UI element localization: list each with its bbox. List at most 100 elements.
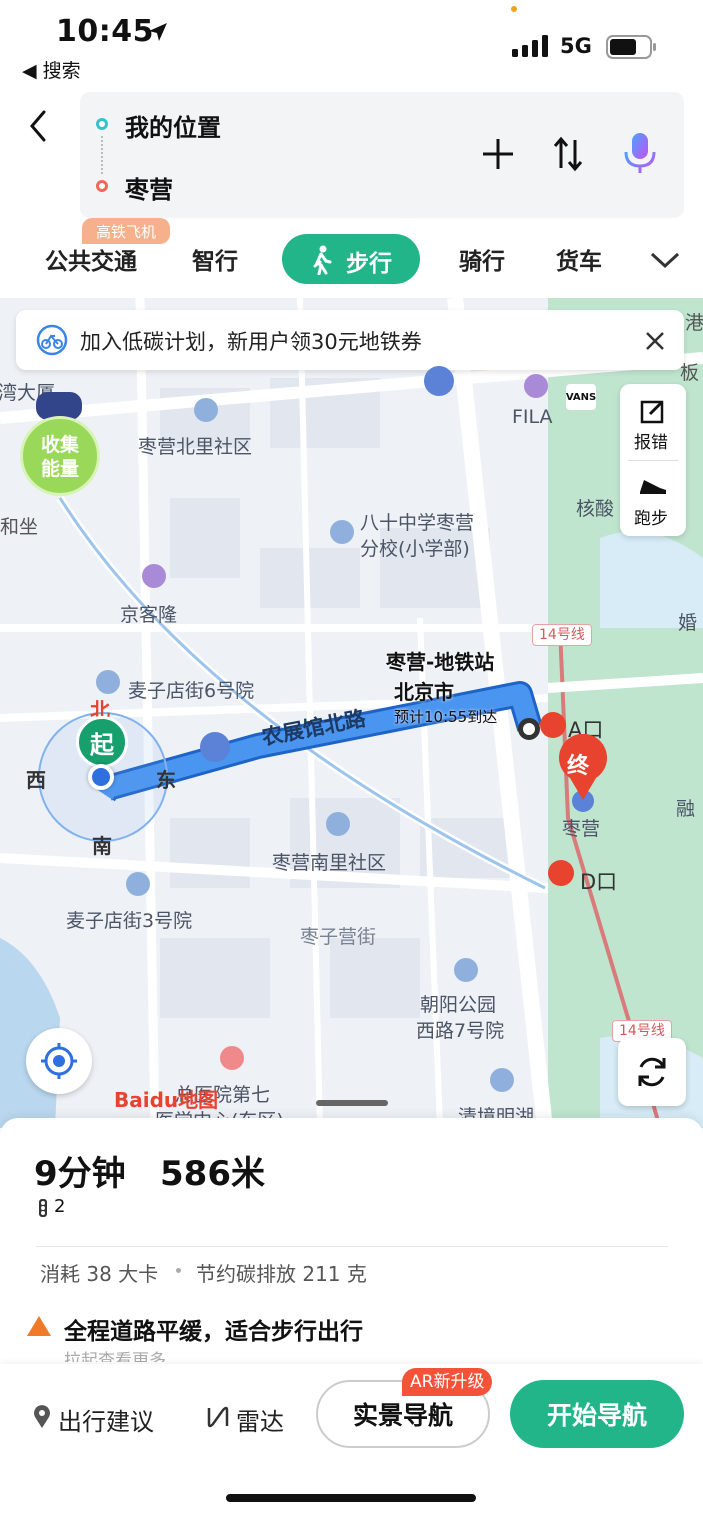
- traffic-light-count: 2: [54, 1196, 66, 1217]
- signal-icon: [512, 35, 548, 57]
- destination-field[interactable]: 枣营: [125, 170, 173, 205]
- side-toolbar: 报错 跑步: [620, 384, 686, 536]
- home-indicator: [226, 1494, 476, 1502]
- more-modes-chevron-icon[interactable]: [648, 244, 682, 274]
- network-type: 5G: [560, 34, 592, 58]
- compass-south: 南: [92, 834, 112, 858]
- map-view[interactable]: 加入低碳计划，新用户领30元地铁券 湾大厦 和坐 港 板 枣营北里社区 八十中学…: [0, 298, 703, 1128]
- traffic-light-icon: [39, 1199, 47, 1217]
- route-summary-sheet[interactable]: 9分钟 586米 2 消耗 38 大卡 节约碳排放 211 克 全程道路平缓，适…: [0, 1118, 703, 1520]
- route-search-panel: 我的位置 枣营: [0, 90, 703, 230]
- locate-button[interactable]: [26, 1028, 92, 1094]
- map-label-zaoziying-street: 枣子营街: [300, 926, 377, 948]
- map-label-ban: 板: [680, 362, 700, 384]
- map-label-north-community: 枣营北里社区: [138, 436, 253, 458]
- banner-text: 加入低碳计划，新用户领30元地铁券: [80, 330, 422, 354]
- map-label-south-community: 枣营南里社区: [272, 852, 387, 874]
- toolbar-divider: [628, 460, 678, 461]
- rail-flight-badge: 高铁飞机: [82, 218, 170, 244]
- tab-bike[interactable]: 骑行: [459, 242, 505, 276]
- add-waypoint-icon[interactable]: [480, 136, 516, 172]
- location-pin-icon: [34, 1405, 50, 1428]
- edit-report-icon: [640, 400, 664, 424]
- map-label-jingkelong: 京客隆: [120, 604, 178, 626]
- battery-icon: [606, 35, 656, 59]
- residence-poi-icon: [96, 670, 120, 694]
- current-location-dot: [88, 764, 114, 790]
- school-poi-icon: [330, 520, 354, 544]
- exit-d-icon: [548, 860, 574, 886]
- tab-walk[interactable]: 步行: [282, 234, 420, 284]
- compass-east: 东: [156, 768, 176, 792]
- map-label-station: 枣营: [562, 818, 601, 840]
- end-marker-label: 终: [567, 754, 590, 779]
- running-button[interactable]: 跑步: [634, 504, 668, 529]
- community-poi-icon: [194, 398, 218, 422]
- map-label-maizidian6: 麦子店街6号院: [128, 680, 255, 702]
- map-label-hun: 婚: [678, 612, 698, 634]
- map-label-gang: 港: [685, 312, 703, 334]
- bike-circle-icon: [36, 324, 68, 356]
- back-arrow-icon[interactable]: [24, 108, 54, 144]
- route-distance: 586米: [160, 1154, 265, 1194]
- low-carbon-banner[interactable]: 加入低碳计划，新用户领30元地铁券: [16, 310, 684, 370]
- community-south-poi-icon: [326, 812, 350, 836]
- start-marker[interactable]: 起: [76, 716, 128, 768]
- qingjing-poi-icon: [490, 1068, 514, 1092]
- radar-icon: [207, 1406, 229, 1428]
- origin-field[interactable]: 我的位置: [125, 108, 221, 143]
- status-bar: 10:45 ◀ 搜索 5G: [0, 0, 703, 90]
- bus-stop-north-icon: [424, 366, 454, 396]
- exit-d-label: D口: [580, 870, 618, 894]
- map-label-park-1: 朝阳公园: [420, 994, 497, 1016]
- destination-callout-city: 北京市: [394, 680, 454, 704]
- route-duration: 9分钟: [34, 1154, 126, 1194]
- start-navigation-button[interactable]: 开始导航: [510, 1380, 684, 1448]
- calorie-text: 消耗 38 大卡: [40, 1262, 159, 1286]
- destination-callout-title: 枣营-地铁站: [386, 650, 495, 674]
- privacy-indicator: [511, 6, 517, 12]
- close-banner-icon[interactable]: [644, 330, 666, 352]
- report-error-button[interactable]: 报错: [634, 428, 668, 453]
- pull-up-more[interactable]: 拉起查看更多: [64, 1346, 166, 1362]
- ar-upgrade-badge: AR新升级: [402, 1368, 493, 1396]
- collect-energy-button[interactable]: 收集 能量: [20, 416, 100, 496]
- route-input-box: 我的位置 枣营: [80, 92, 684, 218]
- back-to-search-link[interactable]: ◀ 搜索: [22, 56, 81, 83]
- swap-route-icon[interactable]: [550, 134, 586, 174]
- travel-advice-button[interactable]: 出行建议: [58, 1402, 154, 1437]
- baidu-map-logo: Baidu地图: [114, 1088, 219, 1112]
- separator-dot: [176, 1268, 181, 1273]
- metro-line-14-label: 14号线: [532, 624, 592, 646]
- map-label-school-2: 分校(小学部): [360, 538, 470, 560]
- route-tip: 全程道路平缓，适合步行出行: [64, 1319, 363, 1345]
- destination-dot: [96, 180, 108, 192]
- map-label-maizidian3: 麦子店街3号院: [66, 910, 193, 932]
- tab-smart-travel[interactable]: 智行: [192, 242, 238, 276]
- tab-truck[interactable]: 货车: [556, 242, 602, 276]
- residence3-poi-icon: [126, 872, 150, 896]
- locate-icon: [41, 1043, 77, 1079]
- destination-point: [518, 718, 540, 740]
- refresh-route-button[interactable]: [618, 1038, 686, 1106]
- map-label-fila: FILA: [512, 406, 553, 428]
- compass-west: 西: [26, 768, 46, 792]
- fila-poi-icon: [524, 374, 548, 398]
- location-arrow-icon: [149, 23, 167, 41]
- voice-input-icon[interactable]: [620, 130, 660, 176]
- origin-dot: [96, 118, 108, 130]
- tab-public-transit[interactable]: 公共交通: [45, 242, 137, 276]
- map-label-vans: VANS: [566, 384, 596, 410]
- map-label-school-1: 八十中学枣营: [360, 512, 475, 534]
- route-connector: [101, 136, 103, 174]
- radar-button[interactable]: 雷达: [236, 1402, 284, 1437]
- summary-divider: [36, 1246, 668, 1247]
- eta-callout: 预计10:55到达: [394, 708, 498, 726]
- park-residence-poi-icon: [454, 958, 478, 982]
- shop-poi-icon: [142, 564, 166, 588]
- map-label-park-2: 西路7号院: [416, 1020, 505, 1042]
- sheet-drag-handle[interactable]: [316, 1100, 388, 1106]
- carbon-saving-text: 节约碳排放 211 克: [196, 1262, 367, 1286]
- walk-icon: [313, 245, 332, 275]
- map-label-hesuan: 核酸: [576, 498, 615, 520]
